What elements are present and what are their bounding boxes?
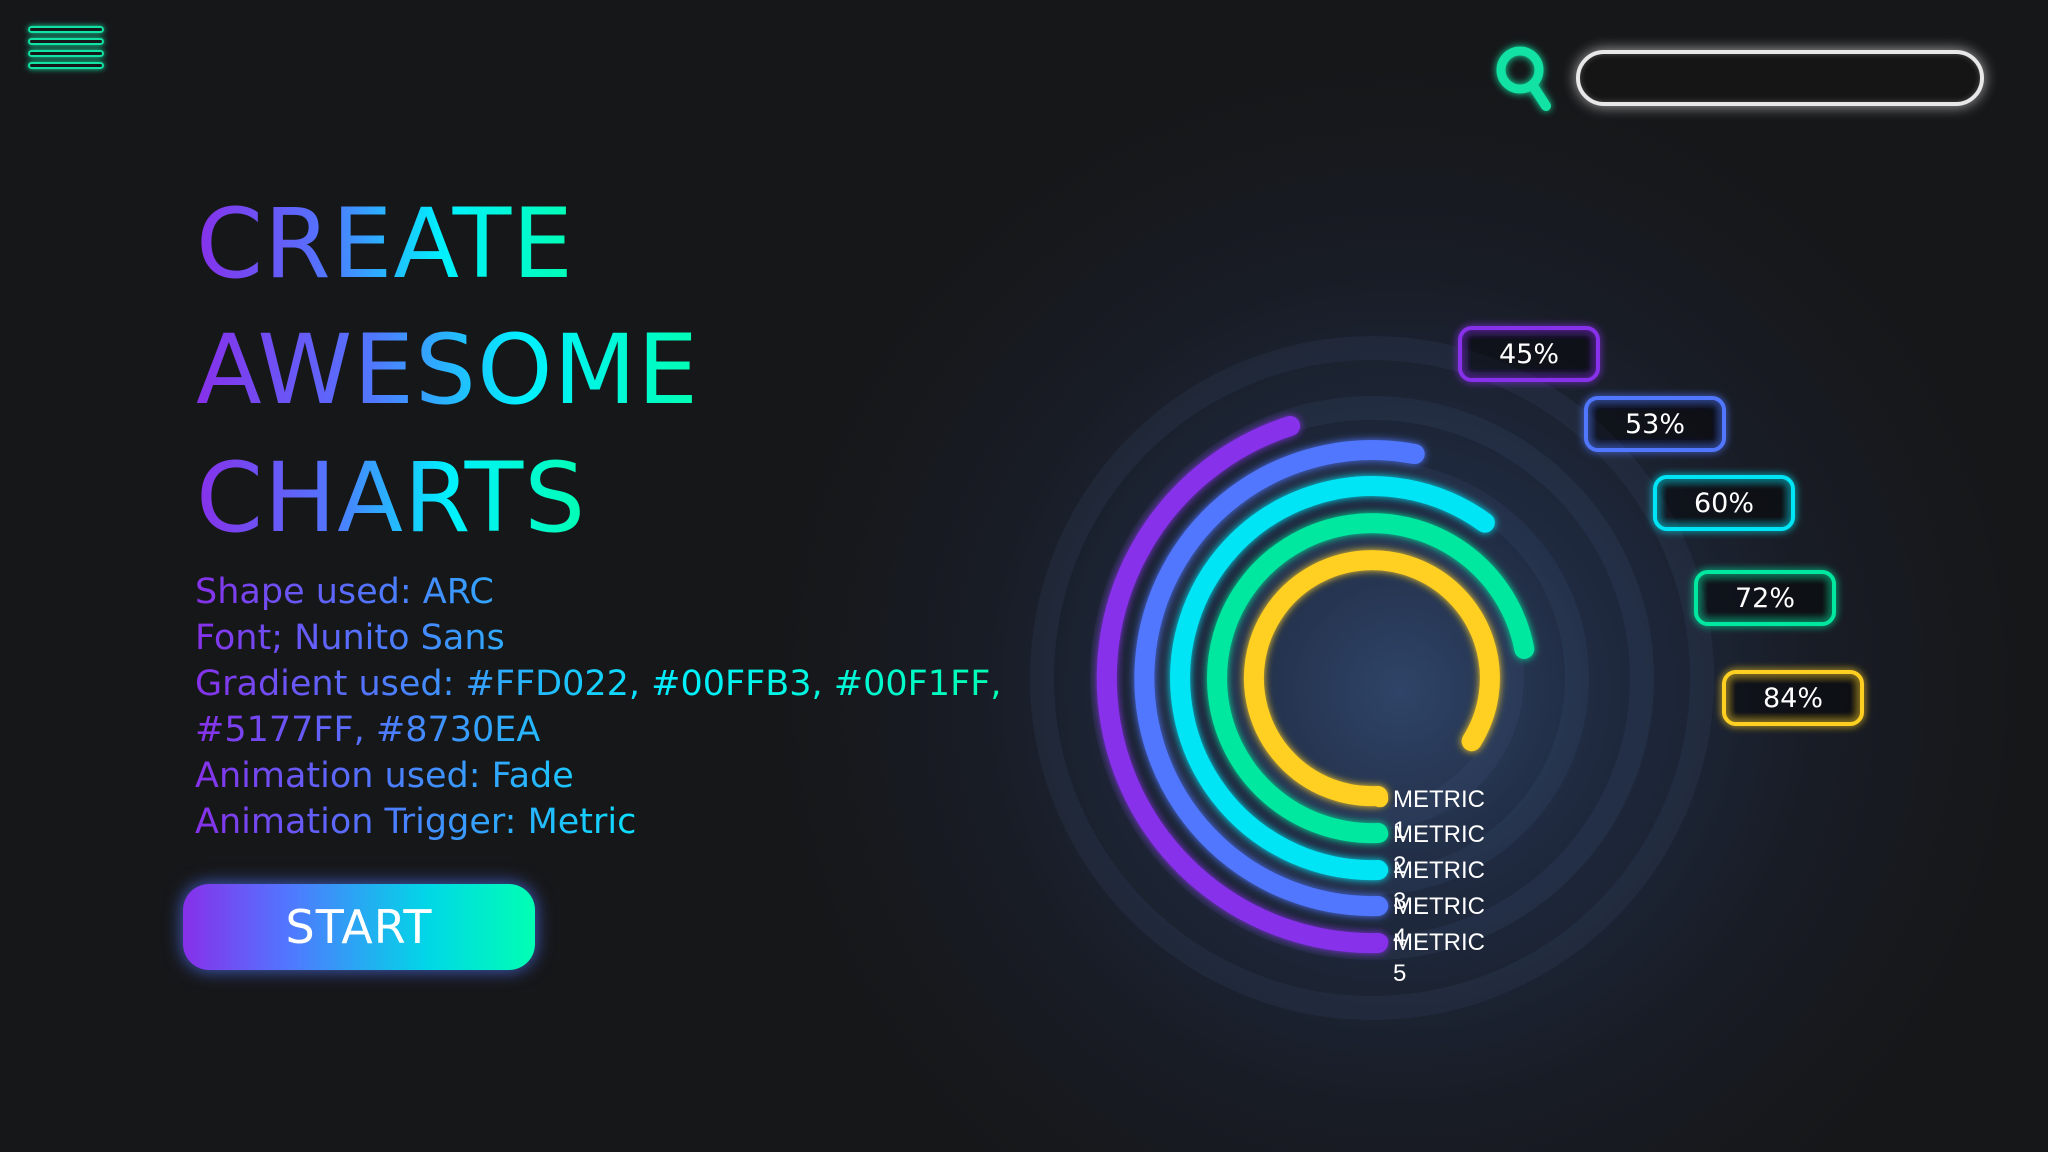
background-ring (1220, 526, 1524, 830)
radial-arc-chart: METRIC 184%METRIC 272%METRIC 360%METRIC 453%… (1030, 326, 1864, 1020)
value-pill: 60% (1653, 475, 1795, 531)
value-pill: 45% (1458, 326, 1600, 382)
value-pill: 53% (1584, 396, 1726, 452)
value-pill-label: 60% (1694, 488, 1754, 519)
app-canvas: CREATE AWESOME CHARTS Shape used: ARC Fo… (0, 0, 2048, 1152)
value-pill-label: 84% (1763, 683, 1823, 714)
value-pill-label: 53% (1625, 409, 1685, 440)
value-pill: 72% (1694, 570, 1836, 626)
legend-label: METRIC 5 (1393, 929, 1485, 987)
series-arc (1243, 550, 1500, 807)
value-pill: 84% (1722, 670, 1864, 726)
value-pill-label: 45% (1499, 339, 1559, 370)
value-pill-label: 72% (1735, 583, 1795, 614)
